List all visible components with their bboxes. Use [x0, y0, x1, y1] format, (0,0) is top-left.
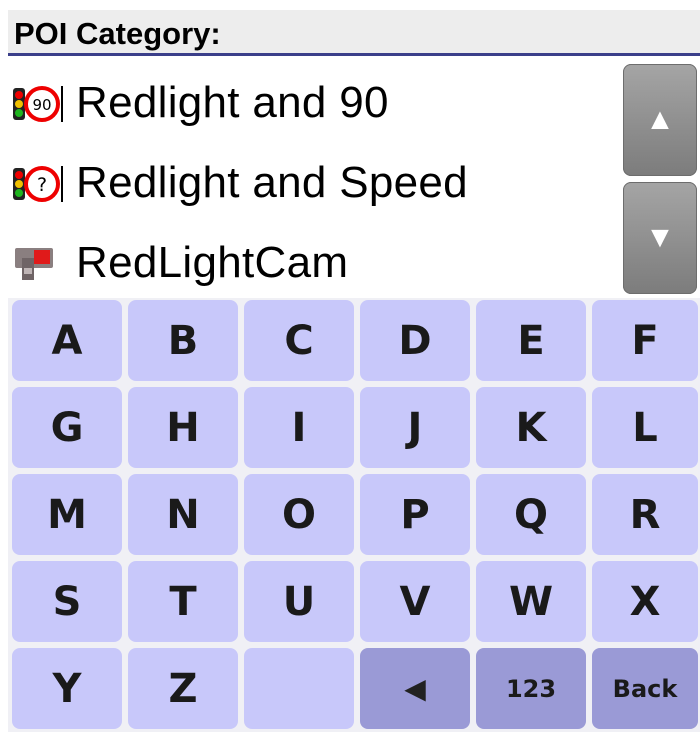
scroll-up-button[interactable]: ▲ — [623, 64, 697, 176]
backspace-icon: ◀ — [404, 672, 426, 705]
list-item-label: Redlight and Speed — [76, 158, 468, 207]
key-p[interactable]: P — [360, 474, 470, 555]
list-item-label: Redlight and 90 — [76, 78, 389, 127]
redlight-speed-icon: ? — [13, 166, 63, 202]
key-blank — [244, 648, 354, 729]
key-a[interactable]: A — [12, 300, 122, 381]
arrow-down-icon: ▼ — [645, 221, 675, 254]
key-o[interactable]: O — [244, 474, 354, 555]
key-u[interactable]: U — [244, 561, 354, 642]
key-f[interactable]: F — [592, 300, 698, 381]
key-n[interactable]: N — [128, 474, 238, 555]
svg-text:90: 90 — [32, 96, 51, 114]
list-item[interactable]: ? Redlight and Speed — [12, 144, 612, 224]
key-s[interactable]: S — [12, 561, 122, 642]
key-m[interactable]: M — [12, 474, 122, 555]
key-e[interactable]: E — [476, 300, 586, 381]
key-i[interactable]: I — [244, 387, 354, 468]
redlight-90-icon: 90 — [13, 86, 63, 122]
key-t[interactable]: T — [128, 561, 238, 642]
key-l[interactable]: L — [592, 387, 698, 468]
numbers-button[interactable]: 123 — [476, 648, 586, 729]
key-d[interactable]: D — [360, 300, 470, 381]
key-c[interactable]: C — [244, 300, 354, 381]
page-title: POI Category: — [14, 16, 221, 51]
key-k[interactable]: K — [476, 387, 586, 468]
scroll-down-button[interactable]: ▼ — [623, 182, 697, 294]
key-j[interactable]: J — [360, 387, 470, 468]
key-b[interactable]: B — [128, 300, 238, 381]
key-y[interactable]: Y — [12, 648, 122, 729]
list-item[interactable]: 90 Redlight and 90 — [12, 64, 612, 144]
title-bar: POI Category: — [8, 10, 700, 56]
key-q[interactable]: Q — [476, 474, 586, 555]
key-z[interactable]: Z — [128, 648, 238, 729]
key-v[interactable]: V — [360, 561, 470, 642]
redlight-camera-icon — [15, 248, 53, 280]
key-g[interactable]: G — [12, 387, 122, 468]
key-r[interactable]: R — [592, 474, 698, 555]
poi-category-list: 90 Redlight and 90 ? Redlight and Speed … — [0, 58, 620, 298]
key-w[interactable]: W — [476, 561, 586, 642]
back-button[interactable]: Back — [592, 648, 698, 729]
on-screen-keyboard: A B C D E F G H I J K L M N O P Q R S T … — [8, 298, 700, 732]
key-h[interactable]: H — [128, 387, 238, 468]
list-item[interactable]: RedLightCam — [12, 224, 612, 304]
key-x[interactable]: X — [592, 561, 698, 642]
list-item-label: RedLightCam — [76, 238, 349, 287]
arrow-up-icon: ▲ — [645, 103, 675, 136]
svg-text:?: ? — [37, 174, 47, 196]
backspace-button[interactable]: ◀ — [360, 648, 470, 729]
